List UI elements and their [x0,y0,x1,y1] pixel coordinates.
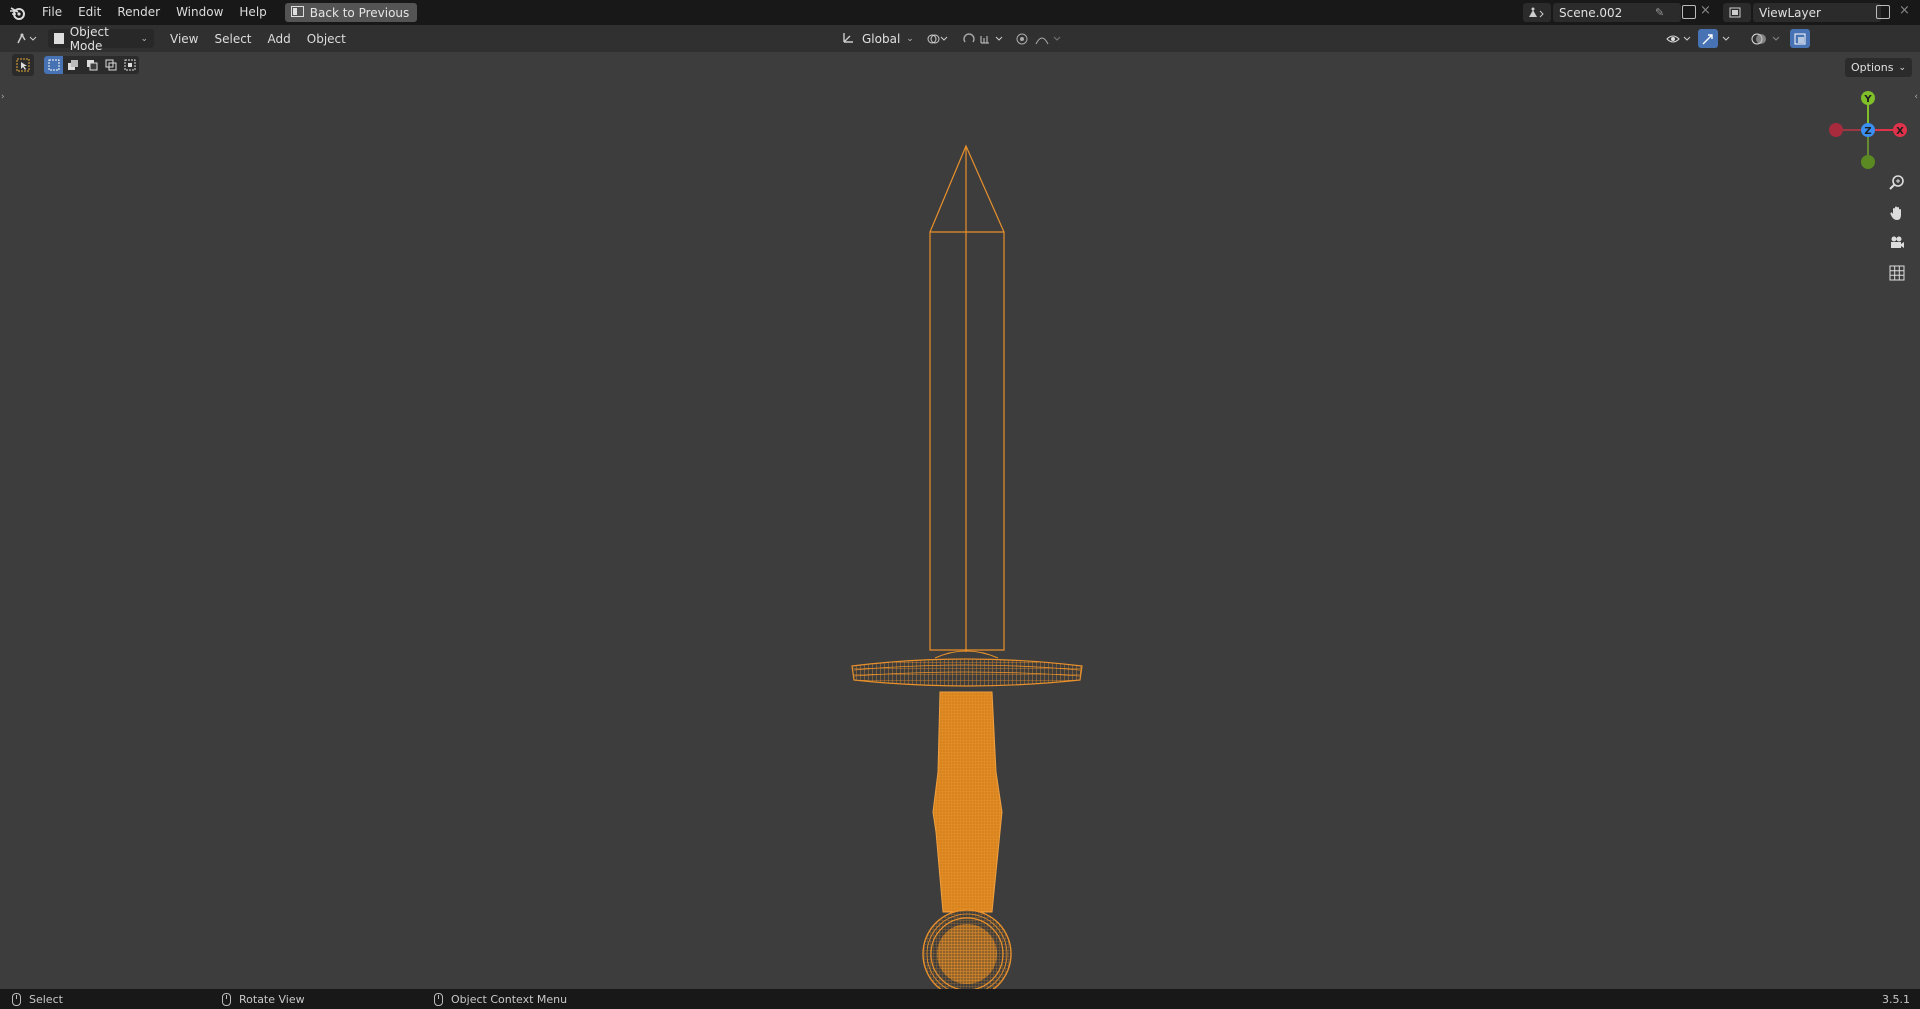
zoom-icon[interactable] [1886,172,1908,194]
new-scene-icon[interactable] [1682,5,1696,19]
sword-pommel[interactable] [922,909,1012,999]
scene-name-text: Scene.002 [1559,5,1623,20]
pivot-icon[interactable] [920,29,956,48]
options-label: Options [1851,61,1894,74]
proportional-icon[interactable] [1010,29,1070,48]
visibility-icon[interactable] [1660,29,1700,48]
gizmo-x-negative[interactable] [1829,123,1843,137]
menu-edit[interactable]: Edit [70,0,109,25]
select-tool-icon[interactable] [12,54,34,76]
object-mode-icon [54,33,64,44]
menu-file[interactable]: File [34,0,70,25]
gizmo-z-label: Z [1864,126,1871,137]
gizmo-y-negative[interactable] [1861,155,1875,169]
transform-orientation-dropdown[interactable]: Global ⌄ [836,29,914,48]
sword-crossguard[interactable] [851,650,1083,687]
selection-mode-buttons [44,56,139,74]
object-mode-label: Object Mode [69,24,109,53]
back-to-previous-button[interactable]: Back to Previous [284,3,418,22]
mouse-middle-icon [222,992,231,1006]
viewport-header: Object Mode ⌄ View Select Add Object Glo… [0,25,1920,73]
top-bar: File Edit Render Window Help Back to Pre… [0,0,1920,25]
menu-window[interactable]: Window [168,0,231,25]
version-label: 3.5.1 [1882,992,1910,1006]
select-intersect-icon[interactable] [120,56,139,74]
view-layer-field[interactable]: ViewLayer [1753,3,1881,22]
gizmo-icon[interactable] [1698,29,1718,48]
pin-icon[interactable]: ✎ [1655,6,1667,19]
mouse-right-icon [434,992,443,1006]
blender-logo-icon[interactable] [0,0,34,25]
menu-object[interactable]: Object [299,32,354,46]
xray-icon[interactable] [1790,29,1810,48]
camera-icon[interactable] [1886,232,1908,254]
menu-select[interactable]: Select [206,32,259,46]
view-layer-text: ViewLayer [1759,5,1821,20]
grid-icon[interactable] [1886,262,1908,284]
menu-add[interactable]: Add [260,32,299,46]
menu-help[interactable]: Help [231,0,274,25]
editor-type-icon[interactable] [10,29,44,48]
mouse-left-icon [12,992,21,1006]
menu-render[interactable]: Render [109,0,168,25]
sword-blade[interactable] [929,144,1005,652]
close-icon[interactable]: × [1700,3,1711,18]
overlay-icon[interactable] [1745,29,1789,48]
status-rotate: Rotate View [222,989,305,1009]
scene-icon[interactable] [1523,3,1551,22]
sword-wireframe[interactable] [840,92,1090,1009]
status-bar: Select Rotate View Object Context Menu 3… [0,989,1920,1009]
gizmo-dropdown[interactable] [1718,29,1734,48]
sword-grip[interactable] [932,691,1003,913]
select-invert-icon[interactable] [101,56,120,74]
menu-view[interactable]: View [162,32,206,46]
3d-viewport[interactable]: › ‹ Options ⌄ Y X Z [0,52,1920,999]
view-layer-icon[interactable] [1723,3,1751,22]
select-subtract-icon[interactable] [82,56,101,74]
toolbar-expand-icon[interactable]: › [1,92,5,102]
status-rotate-label: Rotate View [239,992,305,1006]
navigation-gizmo[interactable]: Y X Z [1825,86,1915,176]
select-new-icon[interactable] [44,56,63,74]
snap-icon[interactable] [956,29,1016,48]
select-extend-icon[interactable] [63,56,82,74]
new-view-layer-icon[interactable] [1876,5,1890,19]
back-to-previous-label: Back to Previous [309,5,410,20]
back-icon [290,5,304,20]
chevron-down-icon: ⌄ [1898,62,1906,73]
gizmo-y-label: Y [1863,94,1872,105]
transform-orientation-label: Global [862,31,901,46]
status-context: Object Context Menu [434,989,567,1009]
hand-icon[interactable] [1886,202,1908,224]
chevron-down-icon: ⌄ [140,33,148,44]
close-view-layer-icon[interactable]: × [1899,3,1910,18]
chevron-down-icon: ⌄ [906,33,914,44]
object-mode-dropdown[interactable]: Object Mode ⌄ [48,25,154,53]
gizmo-x-label: X [1896,126,1904,137]
status-context-label: Object Context Menu [451,992,568,1006]
options-dropdown[interactable]: Options ⌄ [1845,58,1912,77]
transform-orientation-icon [842,30,856,47]
status-select: Select [12,989,63,1009]
status-select-label: Select [29,992,63,1006]
